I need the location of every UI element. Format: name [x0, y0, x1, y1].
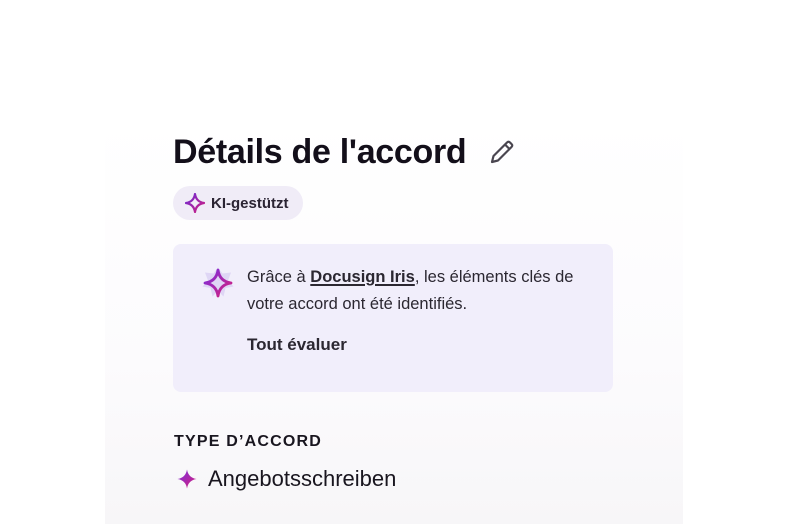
ai-powered-badge: KI-gestützt — [173, 186, 303, 220]
page-title: Détails de l'accord — [173, 133, 467, 171]
iris-info-card: Grâce à Docusign Iris, les éléments clés… — [173, 244, 613, 392]
info-message: Grâce à Docusign Iris, les éléments clés… — [247, 264, 587, 318]
agreement-type-value: Angebotsschreiben — [208, 466, 397, 491]
iris-sparkle-icon — [202, 267, 234, 298]
agreement-type-row: Angebotsschreiben — [177, 466, 396, 492]
agreement-type-heading: TYPE D’ACCORD — [174, 433, 323, 450]
agreement-details-panel: Détails de l'accord KI-gestützt Grâce à … — [105, 118, 683, 524]
pencil-icon — [491, 140, 514, 164]
review-all-link[interactable]: Tout évaluer — [247, 335, 347, 355]
sparkle-icon — [177, 469, 197, 489]
docusign-iris-link[interactable]: Docusign Iris — [310, 268, 415, 286]
sparkle-icon — [185, 193, 205, 213]
edit-title-button[interactable] — [486, 136, 518, 168]
badge-label: KI-gestützt — [211, 194, 289, 212]
title-row: Détails de l'accord — [173, 132, 518, 172]
info-text-before: Grâce à — [247, 268, 311, 286]
